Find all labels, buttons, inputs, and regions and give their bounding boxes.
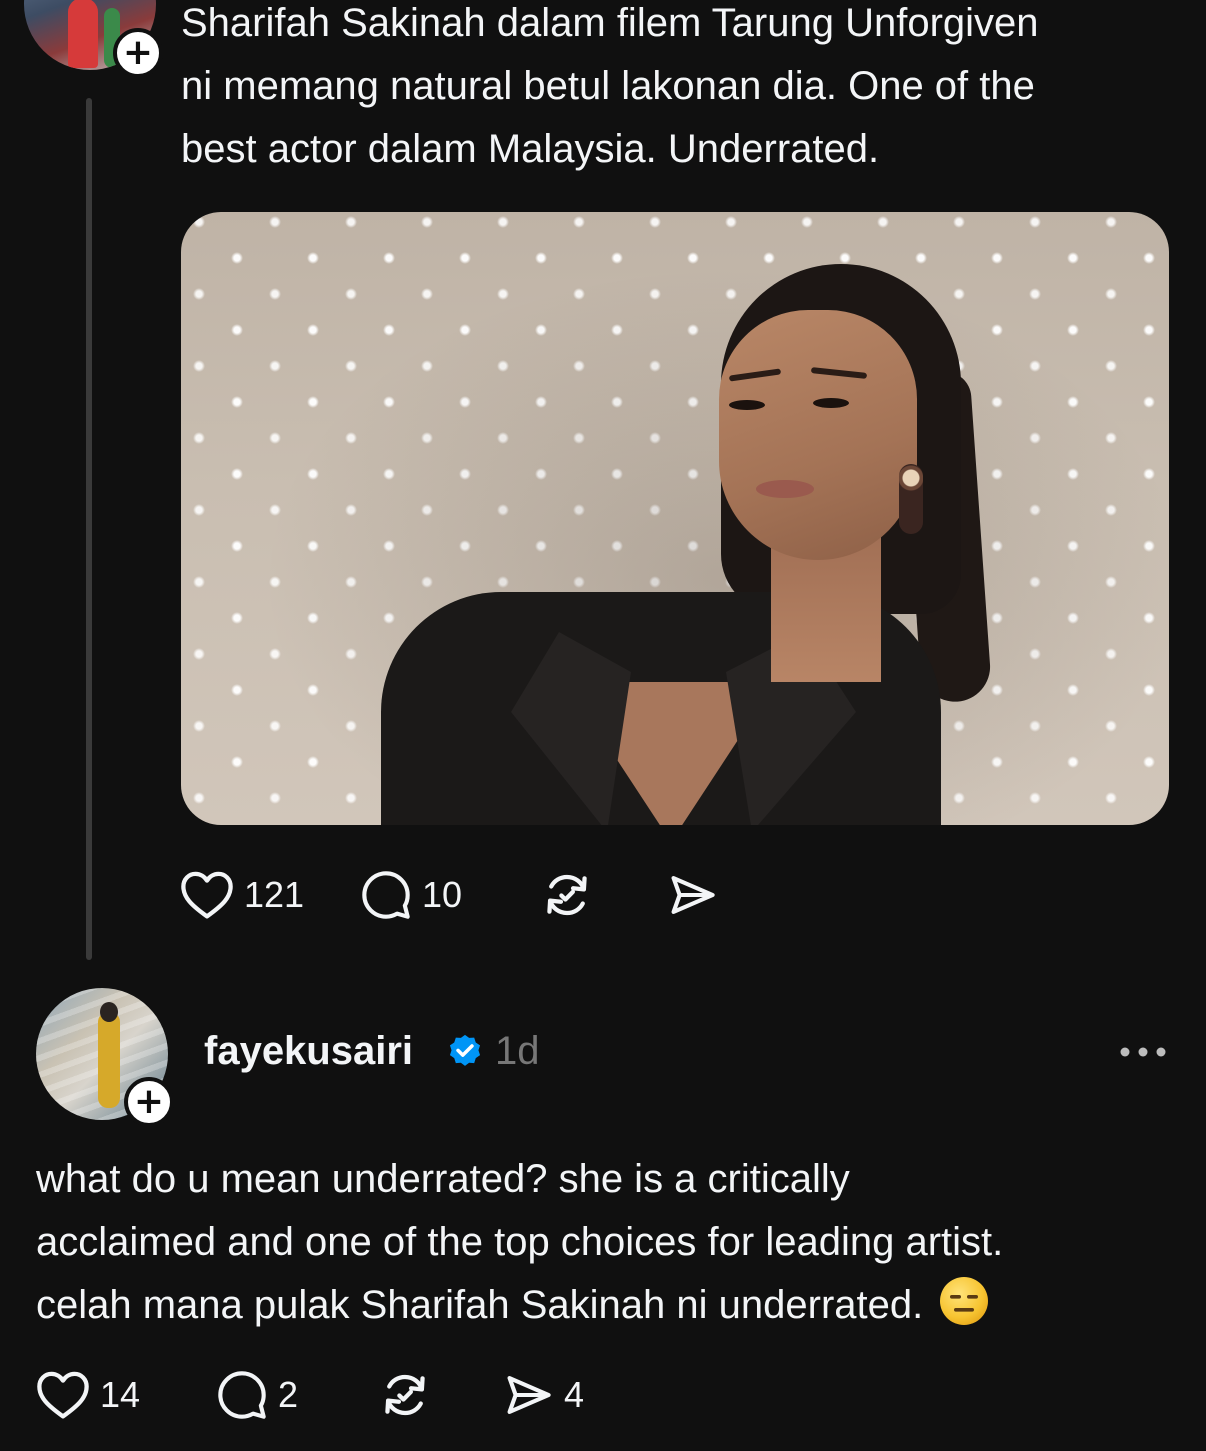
verified-badge-icon — [449, 1034, 481, 1066]
plus-icon: + — [122, 32, 154, 73]
like-button[interactable]: 14 — [36, 1370, 216, 1420]
avatar-figure — [98, 1012, 120, 1108]
reply-button[interactable]: 2 — [216, 1369, 378, 1421]
expressionless-face-emoji — [940, 1277, 989, 1325]
avatar-figure — [68, 0, 98, 68]
repost-icon — [385, 1374, 425, 1416]
post-text-line: best actor dalam Malaysia. Underrated. — [181, 127, 880, 171]
repost-button[interactable] — [540, 868, 666, 922]
heart-icon — [181, 871, 233, 919]
share-button[interactable] — [666, 869, 718, 921]
post-text-line: celah mana pulak Sharifah Sakinah ni und… — [36, 1274, 1186, 1337]
follow-plus-button[interactable]: + — [113, 28, 163, 78]
plus-icon: + — [133, 1081, 165, 1122]
post-image[interactable] — [181, 212, 1169, 825]
post-timestamp: 1d — [495, 1029, 540, 1073]
post-text-fragment: celah mana pulak Sharifah Sakinah ni und… — [36, 1283, 924, 1327]
like-count: 121 — [244, 874, 305, 915]
repost-icon — [547, 874, 587, 916]
reply-count: 2 — [278, 1374, 299, 1415]
post-text-line: acclaimed and one of the top choices for… — [36, 1211, 1186, 1274]
repost-button[interactable] — [378, 1368, 502, 1422]
share-count: 4 — [564, 1374, 585, 1415]
reply-count: 10 — [422, 874, 463, 915]
username-link[interactable]: fayekusairi — [204, 1024, 413, 1078]
comment-icon — [362, 871, 410, 919]
thread-connector-line — [86, 98, 92, 960]
post-text-line: Sharifah Sakinah dalam filem Tarung Unfo… — [181, 1, 1039, 45]
post-text-line: what do u mean underrated? she is a crit… — [36, 1157, 850, 1201]
send-icon — [507, 1376, 551, 1414]
parent-post-text: Sharifah Sakinah dalam filem Tarung Unfo… — [181, 0, 1181, 181]
reply-button[interactable]: 10 — [360, 869, 540, 921]
more-options-icon[interactable] — [1117, 1035, 1169, 1069]
post-text-line: ni memang natural betul lakonan dia. One… — [181, 64, 1035, 108]
photo-face — [719, 310, 917, 560]
like-button[interactable]: 121 — [180, 870, 360, 920]
photo-earring — [899, 464, 923, 534]
parent-post-actions: 121 10 — [180, 866, 718, 924]
send-icon — [671, 876, 715, 914]
follow-plus-button[interactable]: + — [124, 1077, 174, 1127]
post-text-fragment: acclaimed and one of the top choices for… — [36, 1220, 1004, 1264]
like-count: 14 — [100, 1374, 141, 1415]
reply-post-actions: 14 2 4 — [36, 1366, 584, 1424]
heart-icon — [37, 1371, 89, 1419]
share-button[interactable]: 4 — [502, 1369, 584, 1421]
comment-icon — [218, 1371, 266, 1419]
reply-post-text: what do u mean underrated? she is a crit… — [36, 1148, 1186, 1337]
